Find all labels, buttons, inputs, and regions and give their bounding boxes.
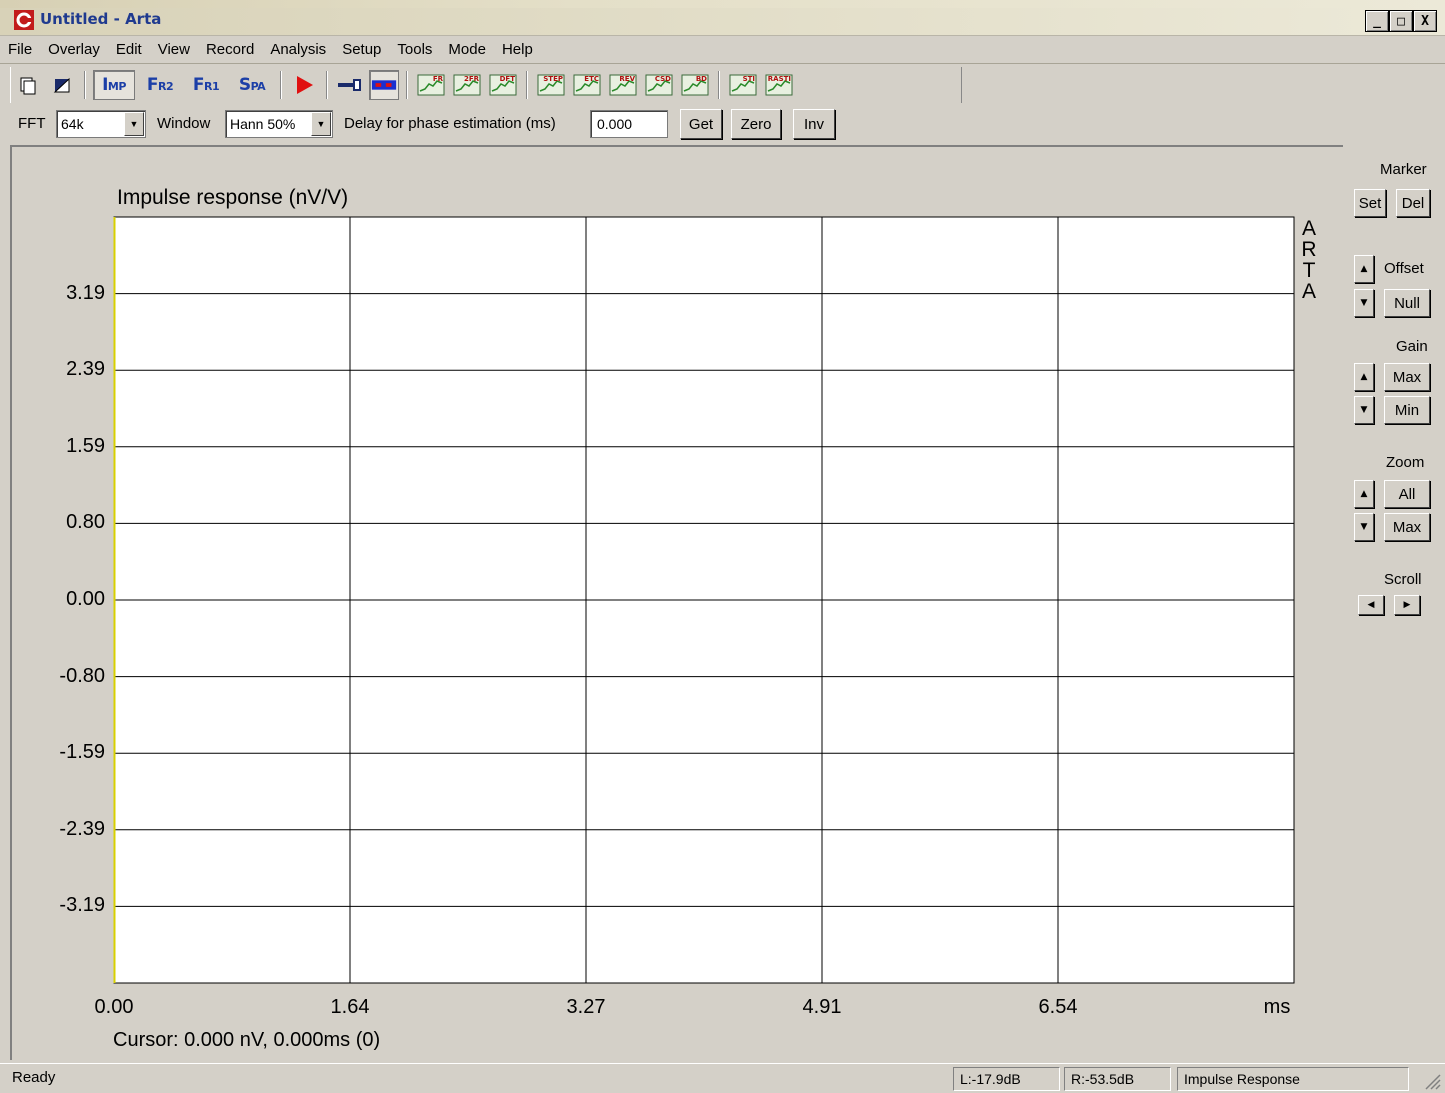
- y-tick-label: -2.39: [59, 817, 105, 840]
- zoom-max-button[interactable]: Max: [1384, 513, 1430, 541]
- y-tick-label: -1.59: [59, 741, 105, 764]
- x-tick-label: 3.27: [566, 996, 606, 1018]
- status-text: Ready: [12, 1069, 56, 1086]
- watermark-letter: T: [1302, 259, 1316, 282]
- arrow-right-icon: ▶: [1403, 600, 1411, 610]
- offset-label: Offset: [1384, 260, 1424, 277]
- y-tick-label: 0.00: [66, 588, 105, 610]
- offset-up-button[interactable]: ▲: [1354, 255, 1374, 283]
- gain-down-button[interactable]: ▼: [1354, 396, 1374, 424]
- x-unit-label: ms: [1263, 996, 1291, 1018]
- offset-down-button[interactable]: ▼: [1354, 289, 1374, 317]
- impulse-plot[interactable]: [0, 0, 1445, 1093]
- arrow-up-icon: ▲: [1360, 264, 1368, 274]
- left-level-readout: L:-17.9dB: [953, 1067, 1060, 1091]
- marker-set-button[interactable]: Set: [1354, 189, 1386, 217]
- x-tick-label: 0.00: [94, 996, 134, 1018]
- watermark-letter: R: [1301, 238, 1317, 261]
- x-tick-label: 4.91: [802, 996, 842, 1018]
- scroll-label: Scroll: [1384, 571, 1422, 588]
- resize-grip-icon[interactable]: [1423, 1072, 1441, 1090]
- plot-title: Impulse response (nV/V): [117, 186, 349, 209]
- y-tick-label: 0.80: [66, 511, 105, 534]
- x-tick-label: 6.54: [1038, 996, 1078, 1018]
- watermark-letter: A: [1301, 217, 1316, 240]
- zoom-label: Zoom: [1386, 454, 1425, 471]
- arrow-left-icon: ◀: [1367, 600, 1375, 610]
- arrow-up-icon: ▲: [1360, 372, 1368, 382]
- scroll-left-button[interactable]: ◀: [1358, 595, 1384, 615]
- gain-label: Gain: [1396, 338, 1428, 355]
- gain-max-button[interactable]: Max: [1384, 363, 1430, 391]
- zoom-down-button[interactable]: ▼: [1354, 513, 1374, 541]
- status-bar: Ready L:-17.9dB R:-53.5dB Impulse Respon…: [0, 1063, 1445, 1093]
- arrow-down-icon: ▼: [1360, 298, 1368, 308]
- gain-min-button[interactable]: Min: [1384, 396, 1430, 424]
- mode-readout: Impulse Response: [1177, 1067, 1409, 1091]
- offset-null-button[interactable]: Null: [1384, 289, 1430, 317]
- zoom-up-button[interactable]: ▲: [1354, 480, 1374, 508]
- y-tick-label: 1.59: [66, 434, 105, 457]
- y-tick-label: -0.80: [59, 664, 105, 687]
- cursor-readout: Cursor: 0.000 nV, 0.000ms (0): [113, 1029, 381, 1051]
- y-tick-label: 2.39: [66, 358, 105, 381]
- arrow-down-icon: ▼: [1360, 405, 1368, 415]
- x-tick-label: 1.64: [330, 996, 370, 1018]
- y-tick-label: 3.19: [66, 281, 105, 304]
- arrow-up-icon: ▲: [1360, 489, 1368, 499]
- arta-watermark: A R T A: [1298, 218, 1320, 302]
- zoom-all-button[interactable]: All: [1384, 480, 1430, 508]
- marker-label: Marker: [1380, 161, 1427, 178]
- gain-up-button[interactable]: ▲: [1354, 363, 1374, 391]
- arrow-down-icon: ▼: [1360, 522, 1368, 532]
- watermark-letter: A: [1301, 280, 1316, 303]
- right-level-readout: R:-53.5dB: [1064, 1067, 1171, 1091]
- y-tick-label: -3.19: [59, 894, 105, 917]
- marker-delete-button[interactable]: Del: [1396, 189, 1430, 217]
- scroll-right-button[interactable]: ▶: [1394, 595, 1420, 615]
